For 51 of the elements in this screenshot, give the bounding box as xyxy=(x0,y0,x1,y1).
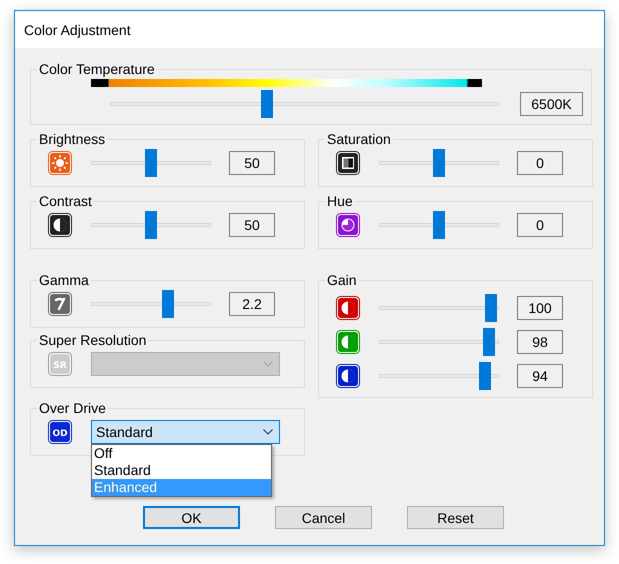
value-field[interactable]: 2.2 xyxy=(229,292,275,316)
slider[interactable] xyxy=(379,362,499,390)
caret-icon xyxy=(263,429,273,435)
value-field[interactable]: 50 xyxy=(229,213,275,237)
sun-icon xyxy=(48,151,72,175)
group-label: Contrast xyxy=(38,193,93,209)
slider-thumb[interactable] xyxy=(433,149,445,177)
group-label: Over Drive xyxy=(38,400,107,416)
slider[interactable] xyxy=(379,328,499,356)
value-field[interactable]: 0 xyxy=(517,213,563,237)
dropdown-option[interactable]: Off xyxy=(92,445,271,462)
slider-thumb[interactable] xyxy=(145,149,157,177)
dropdown[interactable]: Standard xyxy=(91,420,280,444)
value-field[interactable]: 6500K xyxy=(520,92,583,116)
slider-thumb[interactable] xyxy=(433,211,445,239)
value-field[interactable]: 98 xyxy=(517,330,563,354)
slider[interactable] xyxy=(110,90,499,118)
group-label: Brightness xyxy=(38,131,106,147)
group-label: Gamma xyxy=(38,272,90,288)
slider-thumb[interactable] xyxy=(162,290,174,318)
hue-icon xyxy=(336,213,360,237)
slider-thumb[interactable] xyxy=(479,362,492,390)
dialog-button[interactable]: Cancel xyxy=(275,506,372,529)
contrast-icon xyxy=(48,213,72,237)
caret-icon xyxy=(263,361,273,367)
group-label: Super Resolution xyxy=(38,332,148,348)
group-label: Saturation xyxy=(326,131,392,147)
dialog-button[interactable]: Reset xyxy=(407,506,504,529)
slider[interactable] xyxy=(379,211,499,239)
slider-thumb[interactable] xyxy=(145,211,157,239)
slider[interactable] xyxy=(91,149,211,177)
value-field[interactable]: 94 xyxy=(517,364,563,388)
value-field[interactable]: 50 xyxy=(229,151,275,175)
gamma-icon xyxy=(48,292,72,316)
slider-thumb[interactable] xyxy=(260,90,273,118)
group-label: Hue xyxy=(326,193,354,209)
slider[interactable] xyxy=(91,290,211,318)
dialog-button[interactable]: OK xyxy=(143,506,240,529)
slider-thumb[interactable] xyxy=(482,328,495,356)
badge-icon: OD xyxy=(48,420,72,444)
slider[interactable] xyxy=(379,294,499,322)
window-title: Color Adjustment xyxy=(24,22,131,38)
group-label: Color Temperature xyxy=(38,61,156,77)
value-field[interactable]: 100 xyxy=(517,296,563,320)
group-label: Gain xyxy=(326,272,358,288)
saturation-icon xyxy=(336,151,360,175)
dropdown-option[interactable]: Standard xyxy=(92,462,271,479)
slider[interactable] xyxy=(379,149,499,177)
value-field[interactable]: 0 xyxy=(517,151,563,175)
slider[interactable] xyxy=(91,211,211,239)
slider-thumb[interactable] xyxy=(484,294,497,322)
